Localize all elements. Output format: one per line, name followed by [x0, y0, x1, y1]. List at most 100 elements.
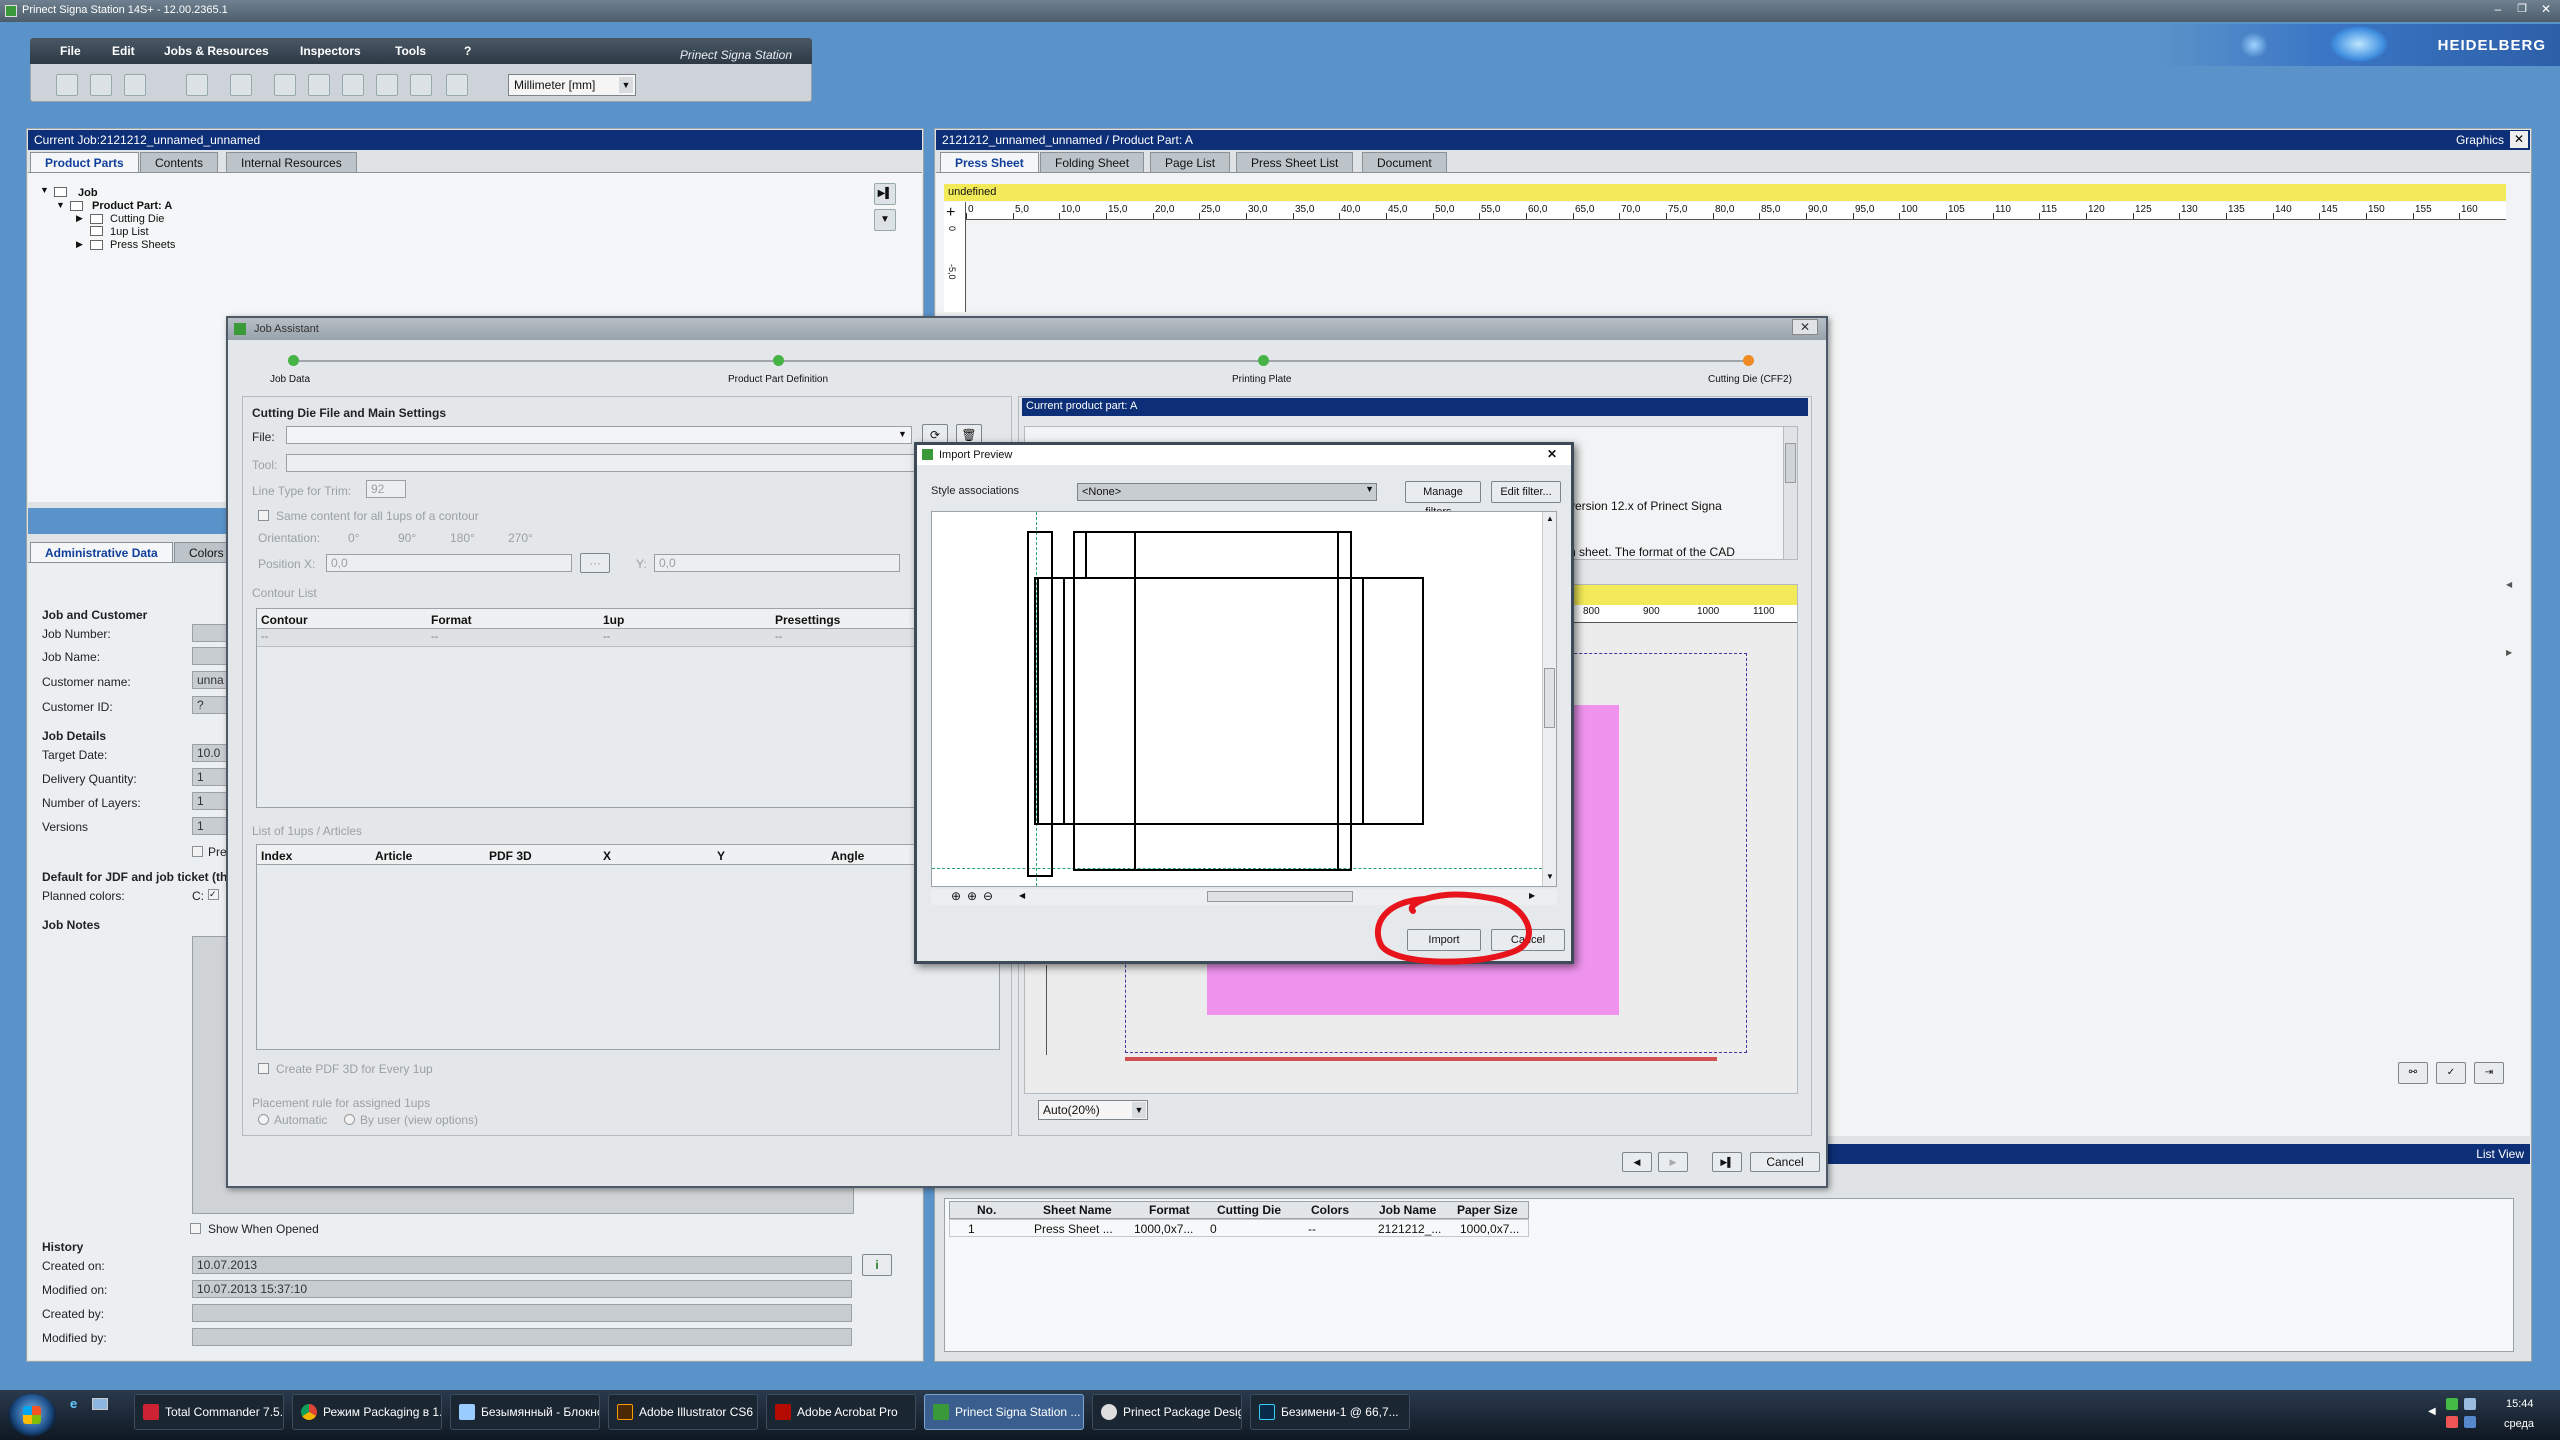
- check-icon[interactable]: ✓: [2436, 1062, 2466, 1084]
- export-icon[interactable]: ⇥: [2474, 1062, 2504, 1084]
- graphics-scroll-arrow-icon[interactable]: ▶: [2506, 648, 2512, 657]
- tab-page-list[interactable]: Page List: [1150, 152, 1231, 172]
- import-button[interactable]: Import: [1407, 929, 1481, 951]
- table-row[interactable]: 1 Press Sheet ... 1000,0x7... 0 -- 21212…: [949, 1219, 1529, 1237]
- menu-file[interactable]: File: [60, 44, 81, 58]
- show-when-opened-checkbox[interactable]: [190, 1223, 201, 1234]
- chevron-down-icon[interactable]: ▼: [898, 429, 907, 439]
- show-desktop-icon[interactable]: [92, 1398, 108, 1410]
- scroll-thumb[interactable]: [1544, 668, 1555, 728]
- style-associations-select[interactable]: <None> ▼: [1077, 483, 1377, 501]
- undo-icon[interactable]: [56, 74, 78, 96]
- tab-press-sheet[interactable]: Press Sheet: [940, 152, 1039, 172]
- play-icon[interactable]: ▶▌: [874, 183, 896, 205]
- tree-expander-icon[interactable]: ▼: [56, 200, 65, 210]
- taskbar-item[interactable]: Adobe Acrobat Pro: [766, 1394, 916, 1430]
- tree-expander-icon[interactable]: ▼: [40, 185, 49, 195]
- tree-1up-list[interactable]: 1up List: [110, 226, 149, 238]
- menu-tools[interactable]: Tools: [395, 44, 426, 58]
- taskbar-item[interactable]: Prinect Package Desig...: [1092, 1394, 1242, 1430]
- tree-icon[interactable]: [230, 74, 252, 96]
- tab-press-sheet-list[interactable]: Press Sheet List: [1236, 152, 1354, 172]
- layout-icon[interactable]: [274, 74, 296, 96]
- info-scrollbar[interactable]: [1783, 427, 1797, 559]
- tree-product-part[interactable]: Product Part: A: [92, 200, 172, 212]
- tab-internal-resources[interactable]: Internal Resources: [226, 152, 357, 172]
- clock-time[interactable]: 15:44: [2506, 1398, 2534, 1410]
- tree-job[interactable]: Job: [78, 187, 98, 199]
- network-icon[interactable]: [2446, 1398, 2458, 1410]
- taskbar-item[interactable]: Режим Packaging в 1...: [292, 1394, 442, 1430]
- flag-icon[interactable]: [2446, 1416, 2458, 1428]
- taskbar-item[interactable]: Безымянный - Блокнот: [450, 1394, 600, 1430]
- zoom-out-icon[interactable]: ⊖: [983, 889, 993, 903]
- taskbar-item[interactable]: Total Commander 7.5...: [134, 1394, 284, 1430]
- volume-icon[interactable]: [2464, 1398, 2476, 1410]
- grid-icon[interactable]: [342, 74, 364, 96]
- scroll-up-icon[interactable]: ▲: [1546, 514, 1554, 523]
- table-row[interactable]: -- -- -- --: [257, 629, 995, 647]
- import-cancel-button[interactable]: Cancel: [1491, 929, 1565, 951]
- edit-filter-button[interactable]: Edit filter...: [1491, 481, 1561, 503]
- tray-expand-icon[interactable]: ◀: [2428, 1406, 2436, 1417]
- unit-select[interactable]: Millimeter [mm] ▼: [508, 74, 636, 96]
- menu-help[interactable]: ?: [464, 44, 471, 58]
- keyboard-icon[interactable]: [2464, 1416, 2476, 1428]
- brand-area: HEIDELBERG: [2160, 24, 2560, 66]
- tree-expander-icon[interactable]: ▶: [76, 213, 83, 224]
- back-button[interactable]: ◀: [1622, 1152, 1652, 1172]
- info-button[interactable]: i: [862, 1254, 892, 1276]
- start-button[interactable]: [8, 1394, 56, 1436]
- scroll-down-icon[interactable]: ▼: [1546, 872, 1554, 881]
- zoom-select[interactable]: Auto(20%) ▼: [1038, 1100, 1148, 1120]
- transform-icon[interactable]: [376, 74, 398, 96]
- scroll-right-icon[interactable]: ▶: [1529, 891, 1535, 900]
- ie-icon[interactable]: e: [70, 1396, 84, 1411]
- job-assistant-cancel-button[interactable]: Cancel: [1750, 1152, 1820, 1172]
- page-icon[interactable]: [308, 74, 330, 96]
- taskbar-item[interactable]: Prinect Signa Station ...: [924, 1394, 1084, 1430]
- tree-cutting-die[interactable]: Cutting Die: [110, 213, 164, 225]
- menu-inspectors[interactable]: Inspectors: [300, 44, 361, 58]
- copy-icon[interactable]: [124, 74, 146, 96]
- menu-jobs-resources[interactable]: Jobs & Resources: [164, 44, 269, 58]
- tree-press-sheets[interactable]: Press Sheets: [110, 239, 175, 251]
- tab-product-parts[interactable]: Product Parts: [30, 152, 139, 172]
- menu-edit[interactable]: Edit: [112, 44, 135, 58]
- manage-filters-button[interactable]: Manage filters...: [1405, 481, 1481, 518]
- print-icon[interactable]: [186, 74, 208, 96]
- sheet-icon[interactable]: [410, 74, 432, 96]
- close-icon[interactable]: ✕: [2510, 131, 2528, 148]
- taskbar-item[interactable]: Adobe Illustrator CS6: [608, 1394, 758, 1430]
- tree-expander-icon[interactable]: ▶: [76, 239, 83, 250]
- close-icon[interactable]: ✕: [1547, 447, 1557, 461]
- zoom-fit-icon[interactable]: ⊕: [951, 889, 961, 903]
- restore-button[interactable]: ❐: [2512, 2, 2532, 18]
- tab-folding-sheet[interactable]: Folding Sheet: [1040, 152, 1145, 172]
- close-button[interactable]: ✕: [2536, 2, 2556, 18]
- collapse-icon[interactable]: ▼: [874, 209, 896, 231]
- scroll-thumb[interactable]: [1785, 443, 1796, 483]
- graphics-scroll-arrow-icon[interactable]: ◀: [2506, 580, 2512, 589]
- document-icon[interactable]: [446, 74, 468, 96]
- finish-button[interactable]: ▶▌: [1712, 1152, 1742, 1172]
- preview-vscroll[interactable]: ▲ ▼: [1542, 512, 1556, 886]
- tab-document[interactable]: Document: [1362, 152, 1447, 172]
- close-icon[interactable]: ✕: [1792, 319, 1818, 335]
- zoom-in-icon[interactable]: ⊕: [967, 889, 977, 903]
- link-icon[interactable]: ⚯: [2398, 1062, 2428, 1084]
- planned-colors-checkbox[interactable]: ✓: [208, 889, 219, 900]
- redo-icon[interactable]: [90, 74, 112, 96]
- file-select[interactable]: [286, 426, 912, 444]
- scroll-left-icon[interactable]: ◀: [1019, 891, 1025, 900]
- tab-administrative-data[interactable]: Administrative Data: [30, 542, 173, 562]
- step-cutting-die[interactable]: Cutting Die (CFF2): [1708, 374, 1792, 385]
- pre-checkbox[interactable]: [192, 846, 203, 857]
- step-product-part-definition[interactable]: Product Part Definition: [728, 374, 828, 385]
- tab-contents[interactable]: Contents: [140, 152, 219, 172]
- step-job-data[interactable]: Job Data: [270, 374, 310, 385]
- hscroll-thumb[interactable]: [1207, 891, 1353, 902]
- minimize-button[interactable]: –: [2488, 2, 2508, 18]
- step-printing-plate[interactable]: Printing Plate: [1232, 374, 1291, 385]
- taskbar-item[interactable]: Безимени-1 @ 66,7...: [1250, 1394, 1410, 1430]
